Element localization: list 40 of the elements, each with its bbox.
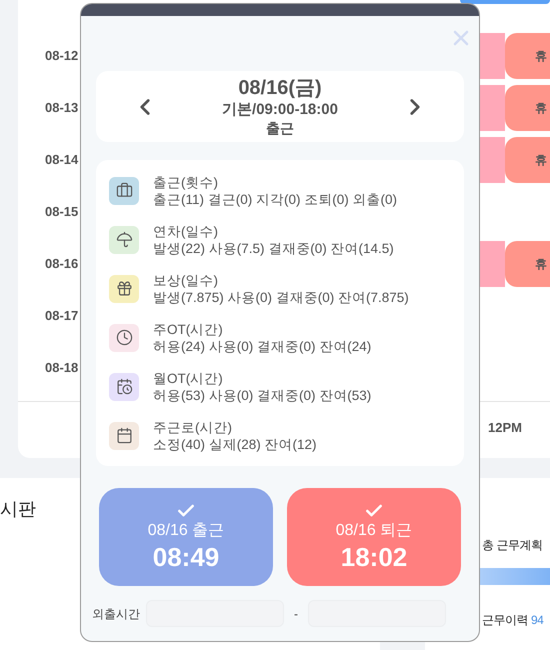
work-status: 출근 [266,120,294,138]
stat-title: 출근(횟수) [153,174,219,190]
timeline-block: 휴 [505,137,550,183]
row-date: 08-14 [45,151,78,170]
timeline-block: 휴 [505,85,550,131]
stat-detail: 허용(24) 사용(0) 결재중(0) 잔여(24) [153,338,372,354]
punch-button[interactable]: 08/16 출근 08:49 [99,488,273,586]
dialog-date: 08/16(금) [238,76,322,101]
row-date: 08-17 [45,307,78,326]
axis-label: 12PM [488,420,522,435]
row-date: 08-13 [45,99,78,118]
timeline-block: 휴 [505,241,550,287]
row-date: 08-15 [45,203,78,222]
timeline-block: 휴 [505,33,550,79]
history-label: 근무이력 [482,612,528,629]
stat-detail: 허용(53) 사용(0) 결재중(0) 잔여(53) [153,386,372,404]
stat-detail: 소정(40) 실제(28) 잔여(12) [153,436,317,452]
stat-title: 주OT(시간) [153,320,224,338]
stat-detail: 발생(7.875) 사용(0) 결재중(0) 잔여(7.875) [153,288,409,306]
row-date: 08-18 [45,359,78,378]
outing-label: 외출시간 [92,606,140,622]
timeline-bar [480,241,505,287]
stat-title: 보상(일수) [153,272,219,288]
work-schedule: 기본/09:00-18:00 [222,100,338,120]
row-date: 08-16 [45,255,78,274]
history-value: 94 [531,612,544,629]
timeline-bar [480,85,505,131]
stat-title: 주근로(시간) [153,418,233,436]
stat-title: 연차(일수) [153,222,219,240]
timeline-bar [480,137,505,183]
timeline-bar [480,33,505,79]
header-button[interactable] [460,0,550,4]
punch-button[interactable]: 08/16 퇴근 18:02 [287,488,461,586]
range-separator: - [293,606,299,622]
plan-title: 총 근무계획 [482,537,544,554]
board-title: 시판 [0,499,36,519]
stat-detail: 출근(11) 결근(0) 지각(0) 조퇴(0) 외출(0) [153,190,398,208]
stat-title: 월OT(시간) [153,370,224,386]
row-date: 08-12 [45,47,78,66]
stat-detail: 발생(22) 사용(7.5) 결재중(0) 잔여(14.5) [153,240,394,256]
